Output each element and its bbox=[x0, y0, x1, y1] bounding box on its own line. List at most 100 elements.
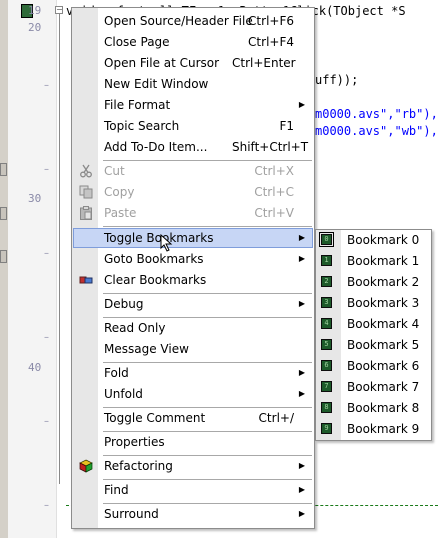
menu-item-new-edit-window[interactable]: New Edit Window bbox=[73, 74, 313, 94]
submenu-item-bookmark-8[interactable]: 8 Bookmark 8 bbox=[317, 398, 430, 419]
menu-item-unfold[interactable]: Unfold ▶ bbox=[73, 384, 313, 404]
menu-item-label: Read Only bbox=[104, 321, 166, 335]
menu-item-toggle-comment[interactable]: Toggle Comment Ctrl+/ bbox=[73, 408, 313, 428]
submenu-item-bookmark-3[interactable]: 3 Bookmark 3 bbox=[317, 293, 430, 314]
submenu-item-bookmark-1[interactable]: 1 Bookmark 1 bbox=[317, 251, 430, 272]
bookmark-icon: 5 bbox=[321, 339, 332, 350]
menu-item-properties[interactable]: Properties bbox=[73, 432, 313, 452]
menu-item-surround[interactable]: Surround ▶ bbox=[73, 504, 313, 524]
refactoring-cube-icon bbox=[79, 459, 93, 473]
bookmark-icon: 3 bbox=[321, 297, 332, 308]
code-line[interactable]: m0000.avs","wb"), bbox=[315, 124, 438, 138]
submenu-item-label: Bookmark 4 bbox=[347, 317, 420, 331]
menu-item-shortcut: Ctrl+Enter bbox=[232, 56, 296, 70]
menu-item-refactoring[interactable]: Refactoring ▶ bbox=[73, 456, 313, 476]
menu-item-clear-bookmarks[interactable]: Clear Bookmarks bbox=[73, 270, 313, 290]
menu-item-toggle-bookmarks[interactable]: Toggle Bookmarks ▶ bbox=[73, 228, 313, 248]
menu-item-shortcut: Ctrl+/ bbox=[258, 411, 294, 425]
menu-item-file-format[interactable]: File Format ▶ bbox=[73, 95, 313, 115]
strip-block bbox=[0, 207, 7, 220]
submenu-item-label: Bookmark 5 bbox=[347, 338, 420, 352]
line-marker: – bbox=[44, 164, 49, 175]
submenu-item-label: Bookmark 8 bbox=[347, 401, 420, 415]
bookmark-icon: 7 bbox=[321, 381, 332, 392]
submenu-item-label: Bookmark 1 bbox=[347, 254, 420, 268]
submenu-arrow-icon: ▶ bbox=[298, 368, 305, 377]
menu-item-topic-search[interactable]: Topic Search F1 bbox=[73, 116, 313, 136]
submenu-item-label: Bookmark 9 bbox=[347, 422, 420, 436]
menu-item-shortcut: F1 bbox=[279, 119, 294, 133]
menu-item-label: Debug bbox=[104, 297, 144, 311]
menu-item-shortcut: Ctrl+V bbox=[254, 206, 294, 220]
line-marker: – bbox=[44, 332, 49, 343]
menu-item-label: Unfold bbox=[104, 387, 143, 401]
menu-item-label: Copy bbox=[104, 185, 135, 199]
scissors-icon bbox=[80, 164, 92, 178]
menu-item-label: Paste bbox=[104, 206, 137, 220]
menu-item-label: Goto Bookmarks bbox=[104, 252, 204, 266]
menu-item-message-view[interactable]: Message View bbox=[73, 339, 313, 359]
submenu-arrow-icon: ▶ bbox=[298, 461, 305, 470]
menu-item-shortcut: Ctrl+F4 bbox=[248, 35, 294, 49]
menu-item-shortcut: Ctrl+F6 bbox=[248, 14, 294, 28]
clear-bookmarks-icon bbox=[79, 276, 93, 284]
menu-item-debug[interactable]: Debug ▶ bbox=[73, 294, 313, 314]
line-number: 40 bbox=[28, 361, 42, 374]
menu-separator bbox=[103, 226, 312, 227]
menu-item-label: Clear Bookmarks bbox=[104, 273, 207, 287]
submenu-item-label: Bookmark 7 bbox=[347, 380, 420, 394]
menu-item-cut[interactable]: Cut Ctrl+X bbox=[73, 161, 313, 181]
menu-item-label: Close Page bbox=[104, 35, 170, 49]
menu-item-open-source-header[interactable]: Open Source/Header File Ctrl+F6 bbox=[73, 11, 313, 31]
menu-item-find[interactable]: Find ▶ bbox=[73, 480, 313, 500]
menu-item-add-todo[interactable]: Add To-Do Item... Shift+Ctrl+T bbox=[73, 137, 313, 157]
menu-item-read-only[interactable]: Read Only bbox=[73, 318, 313, 338]
submenu-item-label: Bookmark 3 bbox=[347, 296, 420, 310]
code-line[interactable]: uff)); bbox=[315, 73, 358, 87]
menu-item-label: Message View bbox=[104, 342, 189, 356]
menu-item-open-file-at-cursor[interactable]: Open File at Cursor Ctrl+Enter bbox=[73, 53, 313, 73]
submenu-arrow-icon: ▶ bbox=[298, 299, 305, 308]
paste-icon bbox=[80, 206, 92, 220]
menu-item-label: Fold bbox=[104, 366, 129, 380]
submenu-arrow-icon: ▶ bbox=[298, 509, 305, 518]
submenu-item-label: Bookmark 0 bbox=[347, 233, 420, 247]
submenu-arrow-icon: ▶ bbox=[298, 389, 305, 398]
menu-item-label: Refactoring bbox=[104, 459, 173, 473]
fold-toggle-icon[interactable]: − bbox=[55, 6, 63, 14]
submenu-item-bookmark-2[interactable]: 2 Bookmark 2 bbox=[317, 272, 430, 293]
line-marker: – bbox=[44, 248, 49, 259]
menu-item-close-page[interactable]: Close Page Ctrl+F4 bbox=[73, 32, 313, 52]
bookmark-icon: 2 bbox=[321, 276, 332, 287]
strip-block bbox=[0, 163, 7, 176]
submenu-item-bookmark-0[interactable]: 0 Bookmark 0 bbox=[317, 230, 430, 251]
editor-context-menu: Open Source/Header File Ctrl+F6 Close Pa… bbox=[71, 7, 315, 529]
submenu-item-bookmark-6[interactable]: 6 Bookmark 6 bbox=[317, 356, 430, 377]
menu-item-label: Add To-Do Item... bbox=[104, 140, 208, 154]
submenu-item-bookmark-9[interactable]: 9 Bookmark 9 bbox=[317, 419, 430, 440]
bookmark-icon: 1 bbox=[321, 255, 332, 266]
menu-item-shortcut: Ctrl+C bbox=[254, 185, 294, 199]
line-number: 19 bbox=[28, 4, 42, 17]
code-line[interactable]: m0000.avs","rb"), bbox=[315, 107, 438, 121]
menu-item-fold[interactable]: Fold ▶ bbox=[73, 363, 313, 383]
submenu-item-bookmark-7[interactable]: 7 Bookmark 7 bbox=[317, 377, 430, 398]
fold-line bbox=[59, 14, 60, 484]
submenu-item-bookmark-4[interactable]: 4 Bookmark 4 bbox=[317, 314, 430, 335]
line-marker: – bbox=[44, 500, 49, 511]
submenu-arrow-icon: ▶ bbox=[298, 254, 305, 263]
editor-gutter bbox=[8, 0, 57, 538]
strip-block bbox=[0, 250, 7, 263]
menu-item-shortcut: Shift+Ctrl+T bbox=[232, 140, 309, 154]
menu-item-label: Cut bbox=[104, 164, 125, 178]
bookmark-icon: 9 bbox=[321, 423, 332, 434]
menu-item-paste[interactable]: Paste Ctrl+V bbox=[73, 203, 313, 223]
menu-item-label: Open File at Cursor bbox=[104, 56, 220, 70]
menu-item-label: File Format bbox=[104, 98, 171, 112]
menu-item-copy[interactable]: Copy Ctrl+C bbox=[73, 182, 313, 202]
menu-item-shortcut: Ctrl+X bbox=[254, 164, 294, 178]
menu-item-goto-bookmarks[interactable]: Goto Bookmarks ▶ bbox=[73, 249, 313, 269]
submenu-item-bookmark-5[interactable]: 5 Bookmark 5 bbox=[317, 335, 430, 356]
bookmark-icon: 8 bbox=[321, 402, 332, 413]
bookmark-icon: 4 bbox=[321, 318, 332, 329]
